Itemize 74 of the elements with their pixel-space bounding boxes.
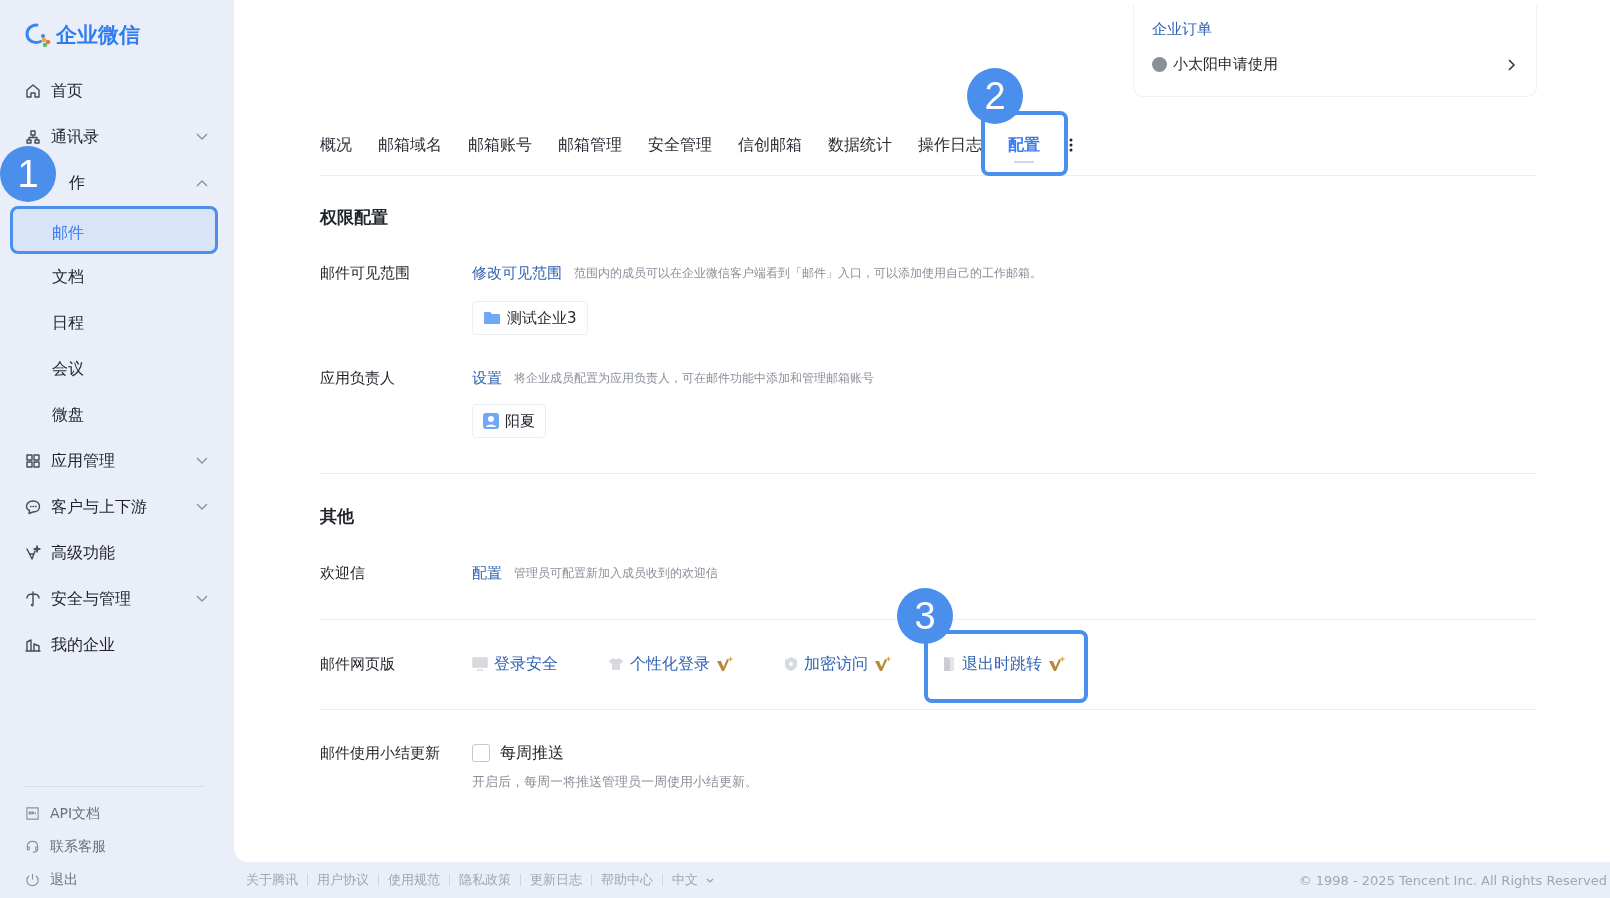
section-title: 权限配置 [320,206,389,229]
premium-icon [716,656,734,672]
org-chart-icon [25,129,41,145]
sidebar-link[interactable]: API文档 [25,797,204,830]
hint-text: 将企业成员配置为应用负责人，可在邮件功能中添加和管理邮箱账号 [514,369,874,387]
setting-label: 邮件使用小结更新 [320,743,441,763]
option-link[interactable]: 加密访问 [784,653,892,675]
tab[interactable]: 数据统计 [828,123,892,167]
setting-label: 邮件网页版 [320,654,396,674]
option-link[interactable]: 登录安全 [472,653,558,675]
shirt-icon [608,657,624,671]
member-chip: 阳夏 [472,404,546,438]
step-number-badge: 3 [897,587,953,644]
grid-icon [25,453,41,469]
tab[interactable]: 信创邮箱 [738,123,802,167]
sparkle-icon [25,545,41,561]
tab[interactable]: 邮箱管理 [558,123,622,167]
api-doc-icon [25,806,40,821]
hint-text: 管理员可配置新加入成员收到的欢迎信 [514,564,718,582]
nav-item[interactable]: 作 [57,160,234,206]
option-link[interactable]: 退出时跳转 [942,653,1066,675]
checkbox-label: 每周推送 [500,742,564,764]
checkbox[interactable] [472,744,490,762]
setting-link[interactable]: 修改可见范围 [472,263,562,283]
hint-text: 开启后，每周一将推送管理员一周使用小结更新。 [472,773,759,791]
nav-sub-item[interactable]: 日程 [0,300,234,346]
setting-label: 欢迎信 [320,563,366,583]
setting-label: 邮件可见范围 [320,263,411,283]
nav-item[interactable]: 我的企业 [0,622,234,668]
member-chip: 测试企业3 [472,301,588,335]
power-icon [25,872,40,887]
home-icon [25,83,41,99]
request-row[interactable]: 小太阳申请使用 [1152,55,1516,74]
copyright-text: © 1998 - 2025 Tencent Inc. All Rights Reserved [1298,872,1607,888]
tab[interactable]: 操作日志 [918,123,982,167]
premium-icon [1048,656,1066,672]
setting-link[interactable]: 设置 [472,368,502,388]
door-icon [942,656,956,672]
more-icon[interactable] [1069,138,1073,152]
buildings-icon [25,637,41,653]
setting-label: 应用负责人 [320,368,396,388]
nav-item[interactable]: 高级功能 [0,530,234,576]
setting-link[interactable]: 配置 [472,563,502,583]
premium-icon [874,656,892,672]
caret-icon [706,877,714,883]
avatar [1152,57,1167,72]
logo-text: 企业微信 [56,22,140,49]
nav-sub-item[interactable]: 会议 [0,346,234,392]
nav-sub-item[interactable]: 微盘 [0,392,234,438]
step-number-badge: 2 [967,68,1023,124]
nav-item[interactable]: 首页 [0,68,234,114]
nav-sub-item[interactable]: 文档 [0,254,234,300]
section-title: 其他 [320,505,355,528]
tab[interactable]: 安全管理 [648,123,712,167]
tab[interactable]: 邮箱账号 [468,123,532,167]
tab[interactable]: 邮箱域名 [378,123,442,167]
hint-text: 范围内的成员可以在企业微信客户端看到「邮件」入口，可以添加使用自己的工作邮箱。 [574,264,1042,282]
tab[interactable]: 配置 [1008,123,1040,167]
person-icon [483,413,499,429]
logo-icon [24,22,52,48]
nav-item[interactable]: 安全与管理 [0,576,234,622]
monitor-icon [472,657,488,671]
chat-bubble-icon [25,499,41,515]
nav-item[interactable]: 客户与上下游 [0,484,234,530]
sidebar-link[interactable]: 联系客服 [25,830,204,863]
step-number-badge: 1 [0,146,56,202]
tab[interactable]: 概况 [320,123,352,167]
chevron-right-icon [1508,58,1516,71]
headset-icon [25,839,40,854]
sidebar-link[interactable]: 退出 [25,863,204,896]
folder-icon [483,311,501,325]
card-title[interactable]: 企业订单 [1152,17,1516,41]
option-link[interactable]: 个性化登录 [608,653,734,675]
nav-item[interactable]: 应用管理 [0,438,234,484]
